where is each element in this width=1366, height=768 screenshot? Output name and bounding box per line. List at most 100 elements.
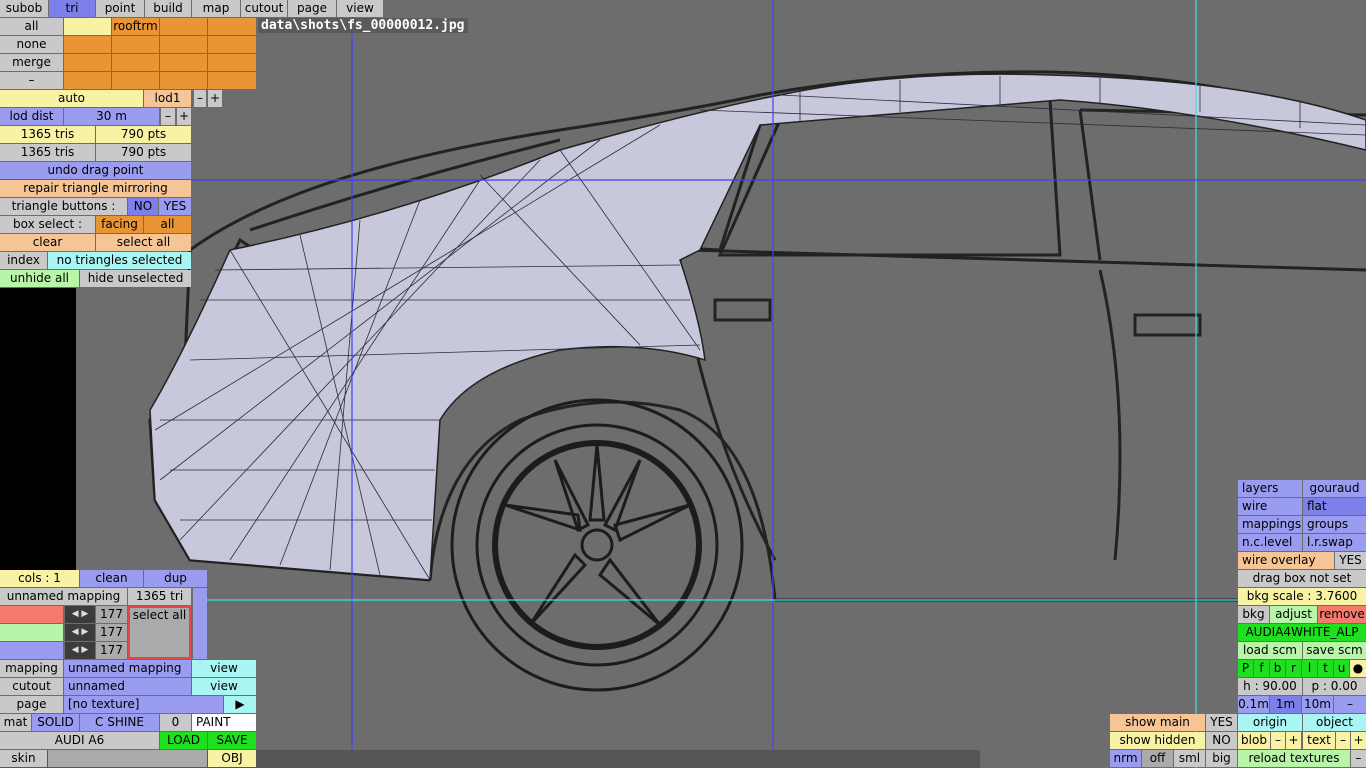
view-dot-icon[interactable]: ● — [1350, 660, 1366, 677]
subobj-slot[interactable] — [112, 72, 159, 89]
subobj-slot[interactable] — [160, 72, 207, 89]
tab-point[interactable]: point — [96, 0, 144, 17]
subobj-slot[interactable] — [64, 54, 111, 71]
nc-level-button[interactable]: n.c.level — [1238, 534, 1302, 551]
mat-zero[interactable]: 0 — [160, 714, 191, 731]
tab-build[interactable]: build — [145, 0, 191, 17]
view-l-button[interactable]: l — [1302, 660, 1317, 677]
cutout-view-button[interactable]: view — [192, 678, 256, 695]
show-hidden-value[interactable]: NO — [1206, 732, 1237, 749]
view-f-button[interactable]: f — [1254, 660, 1269, 677]
mapping-view-button[interactable]: view — [192, 660, 256, 677]
mapping-value[interactable]: unnamed mapping — [64, 660, 191, 677]
box-select-all[interactable]: all — [144, 216, 191, 233]
mat-c-shine[interactable]: C SHINE — [80, 714, 159, 731]
hide-unselected-button[interactable]: hide unselected — [80, 270, 191, 287]
load-scm-button[interactable]: load scm — [1238, 642, 1302, 659]
color-slider-green[interactable] — [0, 624, 63, 641]
subobj-all-button[interactable]: all — [0, 18, 63, 35]
bkg-button[interactable]: bkg — [1238, 606, 1269, 623]
step-1m[interactable]: 1m — [1270, 696, 1301, 713]
subobj-rooftrm[interactable]: rooftrm — [112, 18, 159, 35]
origin-button[interactable]: origin — [1238, 714, 1302, 731]
clean-button[interactable]: clean — [80, 570, 143, 587]
view-p-button[interactable]: P — [1238, 660, 1253, 677]
tab-tri[interactable]: tri — [49, 0, 95, 17]
tab-page[interactable]: page — [288, 0, 336, 17]
subobj-slot[interactable] — [112, 54, 159, 71]
mapping-name[interactable]: unnamed mapping — [0, 588, 127, 605]
cols-setting[interactable]: cols : 1 — [0, 570, 79, 587]
slider-arrows[interactable]: ◀ ▶ — [65, 606, 95, 623]
size-off[interactable]: off — [1142, 750, 1173, 767]
clear-button[interactable]: clear — [0, 234, 95, 251]
unhide-all-button[interactable]: unhide all — [0, 270, 79, 287]
subobj-slot[interactable] — [64, 72, 111, 89]
subobj-slot[interactable] — [160, 36, 207, 53]
subobj-slot[interactable] — [208, 36, 256, 53]
page-value[interactable]: [no texture] — [64, 696, 223, 713]
wire-overlay-value[interactable]: YES — [1335, 552, 1366, 569]
page-arrow-icon[interactable]: ▶ — [224, 696, 256, 713]
blob-plus[interactable]: + — [1286, 732, 1301, 749]
repair-mirroring-button[interactable]: repair triangle mirroring — [0, 180, 191, 197]
lod-dist-plus[interactable]: + — [177, 108, 191, 125]
tab-subob[interactable]: subob — [0, 0, 48, 17]
load-button[interactable]: LOAD — [160, 732, 207, 749]
layers-button[interactable]: layers — [1238, 480, 1302, 497]
save-button[interactable]: SAVE — [208, 732, 256, 749]
wire-overlay-label[interactable]: wire overlay — [1238, 552, 1334, 569]
text-minus[interactable]: – — [1336, 732, 1350, 749]
skin-value[interactable] — [48, 750, 207, 767]
tab-cutout[interactable]: cutout — [241, 0, 287, 17]
box-select-facing[interactable]: facing — [96, 216, 143, 233]
subobj-slot[interactable] — [64, 18, 111, 35]
step-minus[interactable]: – — [1334, 696, 1366, 713]
show-main-value[interactable]: YES — [1206, 714, 1237, 731]
view-u-button[interactable]: u — [1334, 660, 1349, 677]
slider-arrows[interactable]: ◀ ▶ — [65, 642, 95, 659]
step-10m[interactable]: 10m — [1302, 696, 1333, 713]
lod-plus-button[interactable]: + — [208, 90, 222, 107]
select-all-button[interactable]: select all — [96, 234, 191, 251]
groups-button[interactable]: groups — [1303, 516, 1366, 533]
lr-swap-button[interactable]: l.r.swap — [1303, 534, 1366, 551]
lod-level[interactable]: lod1 — [144, 90, 191, 107]
triangle-buttons-no[interactable]: NO — [128, 198, 158, 215]
flat-button[interactable]: flat — [1303, 498, 1366, 515]
size-sml[interactable]: sml — [1174, 750, 1205, 767]
undo-button[interactable]: undo drag point — [0, 162, 191, 179]
view-t-button[interactable]: t — [1318, 660, 1333, 677]
tab-view[interactable]: view — [337, 0, 383, 17]
subobj-slot[interactable] — [160, 18, 207, 35]
reload-textures-button[interactable]: reload textures — [1238, 750, 1350, 767]
size-nrm[interactable]: nrm — [1110, 750, 1141, 767]
remove-button[interactable]: remove — [1318, 606, 1366, 623]
gouraud-button[interactable]: gouraud — [1303, 480, 1366, 497]
heading-value[interactable]: h : 90.00 — [1238, 678, 1302, 695]
subobj-slot[interactable] — [160, 54, 207, 71]
subobj-dash-button[interactable]: – — [0, 72, 63, 89]
dup-button[interactable]: dup — [144, 570, 207, 587]
mapping-scroll[interactable] — [193, 588, 207, 659]
size-big[interactable]: big — [1206, 750, 1237, 767]
save-scm-button[interactable]: save scm — [1303, 642, 1366, 659]
reload-minus[interactable]: – — [1351, 750, 1366, 767]
subobj-slot[interactable] — [112, 36, 159, 53]
bkg-scale[interactable]: bkg scale : 3.7600 — [1238, 588, 1366, 605]
subobj-slot[interactable] — [208, 18, 256, 35]
slider-arrows[interactable]: ◀ ▶ — [65, 624, 95, 641]
subobj-slot[interactable] — [208, 54, 256, 71]
view-r-button[interactable]: r — [1286, 660, 1301, 677]
subobj-none-button[interactable]: none — [0, 36, 63, 53]
mappings-button[interactable]: mappings — [1238, 516, 1302, 533]
subobj-slot[interactable] — [208, 72, 256, 89]
mat-solid[interactable]: SOLID — [32, 714, 79, 731]
text-plus[interactable]: + — [1351, 732, 1366, 749]
wire-button[interactable]: wire — [1238, 498, 1302, 515]
cutout-value[interactable]: unnamed — [64, 678, 191, 695]
obj-button[interactable]: OBJ — [208, 750, 256, 767]
show-main-label[interactable]: show main — [1110, 714, 1205, 731]
lod-dist-value[interactable]: 30 m — [64, 108, 159, 125]
mat-paint[interactable]: PAINT — [192, 714, 256, 731]
